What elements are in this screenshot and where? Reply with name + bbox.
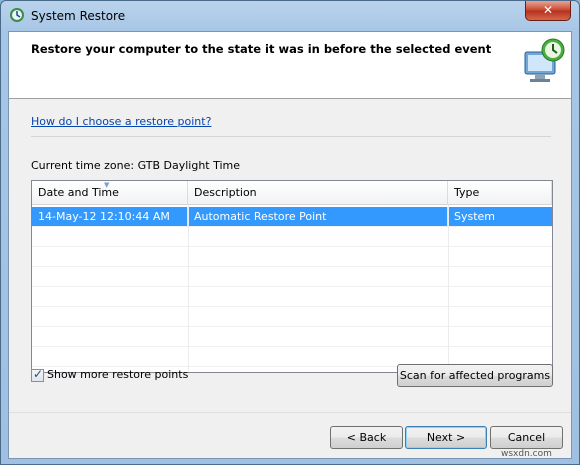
back-button[interactable]: < Back [330, 426, 403, 449]
empty-row [32, 307, 552, 327]
show-more-checkbox[interactable]: ✓ [31, 367, 44, 382]
list-header: ▼ Date and Time Description Type [32, 181, 552, 205]
watermark: wsxdn.com [501, 449, 552, 459]
empty-row [32, 267, 552, 287]
show-more-label: Show more restore points [47, 368, 189, 381]
row-date: 14-May-12 12:10:44 AM [32, 207, 188, 227]
system-restore-window: System Restore ✕ Restore your computer t… [0, 0, 580, 465]
page-title: Restore your computer to the state it wa… [31, 42, 492, 56]
wizard-header: Restore your computer to the state it wa… [9, 32, 571, 98]
next-button[interactable]: Next > [405, 426, 487, 449]
empty-row [32, 247, 552, 267]
close-button[interactable]: ✕ [525, 1, 571, 21]
empty-row [32, 327, 552, 347]
footer-divider [9, 412, 571, 413]
window-title: System Restore [31, 9, 126, 23]
help-link[interactable]: How do I choose a restore point? [31, 115, 211, 128]
wizard-body: Restore your computer to the state it wa… [8, 31, 572, 459]
column-header-type[interactable]: Type [448, 181, 552, 205]
help-divider [31, 136, 551, 137]
restore-points-list[interactable]: ▼ Date and Time Description Type 14-May-… [31, 180, 553, 373]
empty-row [32, 287, 552, 307]
system-restore-icon [10, 8, 24, 22]
row-type: System [454, 210, 496, 223]
column-header-date[interactable]: ▼ Date and Time [32, 181, 188, 205]
column-divider [448, 205, 449, 372]
close-icon: ✕ [542, 3, 554, 17]
title-bar[interactable]: System Restore ✕ [1, 1, 579, 31]
checkmark-icon: ✓ [33, 367, 44, 381]
row-description: Automatic Restore Point [188, 207, 448, 227]
cancel-button[interactable]: Cancel [490, 426, 563, 449]
timezone-label: Current time zone: GTB Daylight Time [31, 159, 241, 172]
column-header-description[interactable]: Description [188, 181, 448, 205]
header-divider [9, 98, 571, 99]
scan-affected-programs-button[interactable]: Scan for affected programs [397, 364, 553, 387]
sort-indicator-icon: ▼ [104, 181, 110, 189]
empty-row [32, 227, 552, 247]
restore-monitor-icon [524, 38, 565, 82]
table-row[interactable]: 14-May-12 12:10:44 AM Automatic Restore … [32, 207, 552, 227]
column-divider [188, 205, 189, 372]
